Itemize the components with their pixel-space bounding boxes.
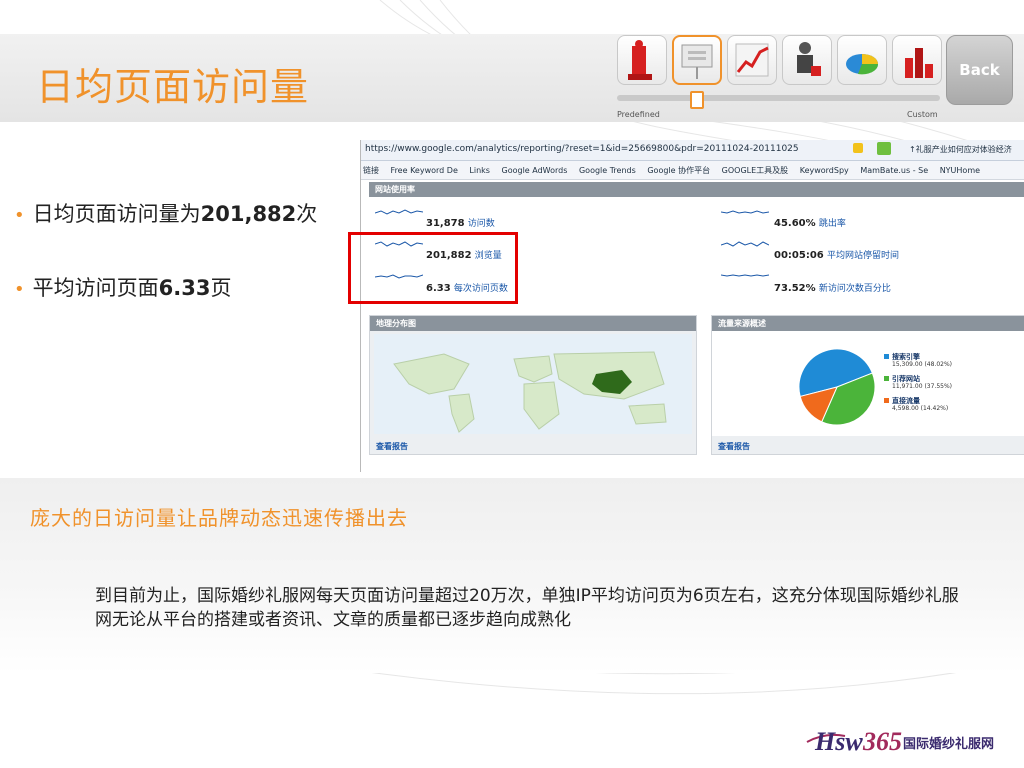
bookmark-item[interactable]: Google AdWords [502,166,568,175]
sparkline [721,274,769,277]
legend-swatch [884,354,889,359]
logo-icon: Hsw 365 国际婚纱礼服网 [806,727,994,756]
presentation-icon [681,44,713,79]
page-title: 日均页面访问量 [36,65,310,109]
nav-thumb-ranking[interactable] [892,35,942,85]
nav-slider-track[interactable] [617,95,940,101]
nav-thumb-pie-chart[interactable] [837,35,887,85]
traffic-title: 流量来源概述 [712,316,1024,331]
geo-panel: 地理分布图 查看报告 [369,315,697,455]
bookmark-item[interactable]: 链接 [363,166,379,175]
bullet-daily-pageviews: • 日均页面访问量为201,882次 [14,202,318,226]
ranking-icon [905,48,933,78]
predefined-label: Predefined [617,110,660,119]
metric-new-visits: 73.52% 新访问次数百分比 [774,283,891,294]
bookmark-item[interactable]: Links [469,166,490,175]
legend-swatch [884,398,889,403]
custom-label: Custom [907,110,938,119]
svg-text:Hsw: Hsw [814,727,863,756]
nav-thumb-business-person[interactable] [782,35,832,85]
business-person-icon [797,42,821,76]
sparkline [721,210,769,214]
world-map-icon[interactable] [374,334,692,434]
traffic-pie-chart [798,348,876,426]
metric-avg-time: 00:05:06 平均网站停留时间 [774,250,899,261]
bookmark-item[interactable]: GOOGLE工具及股 [722,166,789,175]
legend-swatch [884,376,889,381]
body-paragraph: 到目前为止，国际婚纱礼服网每天页面访问量超过20万次，单独IP平均访问页为6页左… [95,586,959,630]
podium-icon [628,40,652,80]
bookmark-item[interactable]: Free Keyword De [391,166,458,175]
nav-thumb-line-chart[interactable] [727,35,777,85]
url-text: https://www.google.com/analytics/reporti… [365,144,799,154]
bookmarks-bar: 链接 Free Keyword De Links Google AdWords … [361,161,1024,180]
bookmark-item[interactable]: MamBate.us - Se [860,166,928,175]
site-usage-title: 网站使用率 [369,182,1024,197]
legend-value: 4,598.00 (14.42%) [892,405,949,412]
pie-chart-3d-icon [846,54,879,75]
address-bar: https://www.google.com/analytics/reporti… [361,140,1024,161]
bookmark-item[interactable]: Google 协作平台 [647,166,710,175]
headline: 庞大的日访问量让品牌动态迅速传播出去 [30,506,408,530]
back-button[interactable]: Back [946,35,1013,105]
bookmark-item[interactable]: KeywordSpy [800,166,849,175]
bullet-dot: • [14,279,25,300]
lock-icon [853,143,863,153]
legend-value: 15,309.00 (48.02%) [892,361,953,368]
geo-view-report-link[interactable]: 查看报告 [376,441,408,452]
svg-text:365: 365 [862,727,902,756]
sparkline [375,209,423,215]
highlight-box [348,232,518,304]
line-chart-icon [735,43,769,77]
svg-text:国际婚纱礼服网: 国际婚纱礼服网 [903,736,994,752]
nav-thumb-presentation[interactable] [672,35,722,85]
tab-title: ↑礼服产业如何应对体验经济 [909,145,1012,154]
traffic-sources-panel: 流量来源概述 搜索引擎 15,309.00 (48.02%) 引荐网站 11,971.… [711,315,1024,455]
geo-title: 地理分布图 [370,316,696,331]
traffic-view-report-link[interactable]: 查看报告 [718,441,750,452]
legend-value: 11,971.00 (37.55%) [892,383,953,390]
sparkline [721,241,769,247]
brand-logo: Hsw 365 国际婚纱礼服网 [805,722,1015,766]
bookmark-item[interactable]: Google Trends [579,166,636,175]
metric-visits: 31,878 访问数 [426,218,495,229]
nav-thumb-podium[interactable] [617,35,667,85]
bullet-dot: • [14,205,25,226]
bookmark-item[interactable]: NYUHome [940,166,980,175]
go-arrow-icon [877,142,891,155]
analytics-screenshot: https://www.google.com/analytics/reporti… [360,140,1024,472]
nav-slider-thumb[interactable] [690,91,704,109]
bullet-pages-per-visit: • 平均访问页面6.33页 [14,276,232,300]
metric-bounce-rate: 45.60% 跳出率 [774,218,846,229]
